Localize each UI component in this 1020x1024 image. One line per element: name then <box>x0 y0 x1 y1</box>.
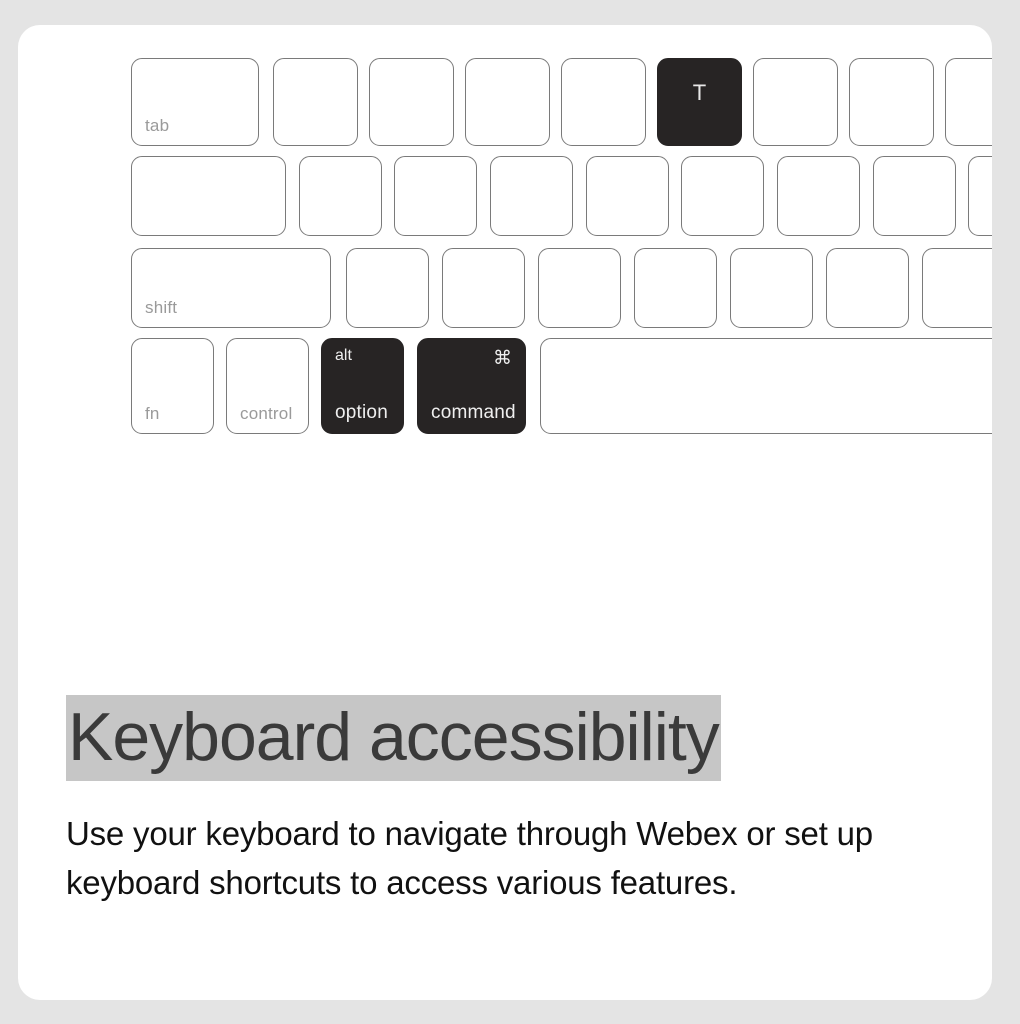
page-description: Use your keyboard to navigate through We… <box>66 815 873 901</box>
content-card: tab Tshift fn control alt option ⌘ command Keyb… <box>18 25 992 1000</box>
keyboard-key-key-1[interactable] <box>273 58 358 146</box>
keyboard-key-key-3[interactable] <box>465 58 550 146</box>
page-root: tab Tshift fn control alt option ⌘ command Keyb… <box>0 0 1020 1024</box>
keyboard-key-tab[interactable]: tab <box>131 58 259 146</box>
key-label-fn: fn <box>145 404 160 423</box>
keyboard-key-key-t[interactable]: T <box>657 58 742 146</box>
keyboard-key-key-7[interactable] <box>849 58 934 146</box>
keyboard-key-shift[interactable]: shift <box>131 248 331 328</box>
key-label-option: option <box>335 402 388 423</box>
key-sublabel-option: alt <box>335 347 352 364</box>
key-sublabel-command: ⌘ <box>493 348 512 369</box>
keyboard-key-key-6[interactable] <box>753 58 838 146</box>
key-label-command: command <box>431 402 516 423</box>
keyboard-key-key-4[interactable] <box>561 58 646 146</box>
keyboard-key-key-13[interactable] <box>681 156 764 236</box>
keyboard-key-key-20[interactable] <box>634 248 717 328</box>
keyboard-key-key-8[interactable] <box>945 58 992 146</box>
keyboard-key-option[interactable]: alt option <box>321 338 404 434</box>
key-label-key-t: T <box>692 80 707 106</box>
keyboard-key-key-10[interactable] <box>394 156 477 236</box>
keyboard-key-key-14[interactable] <box>777 156 860 236</box>
page-title: Keyboard accessibility <box>66 695 721 781</box>
keyboard-key-spacebar[interactable] <box>540 338 992 434</box>
keyboard-illustration: tab Tshift fn control alt option ⌘ command <box>18 25 992 434</box>
keyboard-key-key-16[interactable] <box>968 156 992 236</box>
keyboard-key-control[interactable]: control <box>226 338 309 434</box>
key-label-tab: tab <box>145 116 170 135</box>
keyboard-key-key-22[interactable] <box>826 248 909 328</box>
keyboard-key-key-18[interactable] <box>442 248 525 328</box>
keyboard-key-key-11[interactable] <box>490 156 573 236</box>
keyboard-key-key-15[interactable] <box>873 156 956 236</box>
keyboard-key-key-21[interactable] <box>730 248 813 328</box>
keyboard-key-key-2[interactable] <box>369 58 454 146</box>
keyboard-key-key-12[interactable] <box>586 156 669 236</box>
text-block: Keyboard accessibility Use your keyboard… <box>66 695 956 907</box>
keyboard-key-key-9[interactable] <box>299 156 382 236</box>
keyboard-key-key-caps[interactable] <box>131 156 286 236</box>
keyboard-key-key-19[interactable] <box>538 248 621 328</box>
keyboard-key-command[interactable]: ⌘ command <box>417 338 526 434</box>
keyboard-key-key-23[interactable] <box>922 248 992 328</box>
key-label-shift: shift <box>145 298 178 317</box>
keyboard-key-fn[interactable]: fn <box>131 338 214 434</box>
keyboard-key-key-17[interactable] <box>346 248 429 328</box>
page-title-wrapper: Keyboard accessibility <box>66 695 956 781</box>
key-label-control: control <box>240 404 293 423</box>
